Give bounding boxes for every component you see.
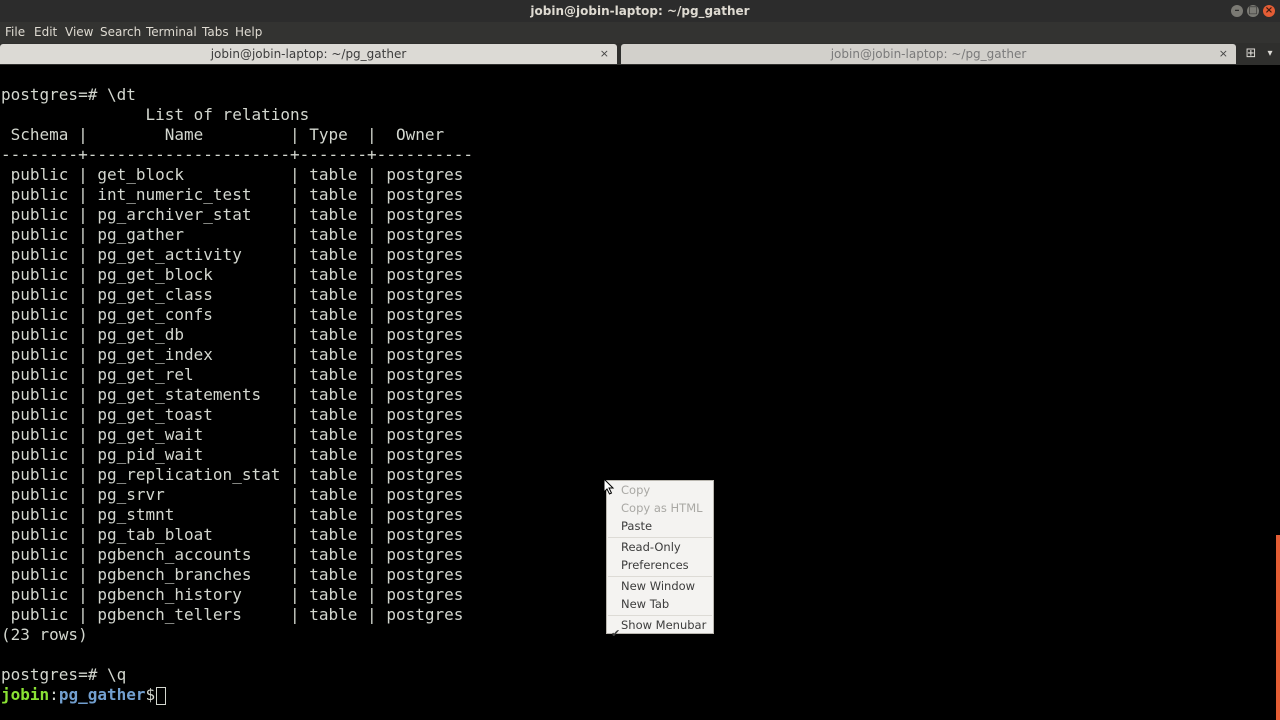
menu-search[interactable]: Search [100, 22, 141, 43]
table-row: public | pgbench_tellers | table | postg… [1, 605, 464, 624]
minimize-button[interactable]: – [1231, 5, 1243, 17]
table-header: Schema | Name | Type | Owner [1, 125, 445, 144]
new-tab-icon[interactable]: ⊞ [1244, 45, 1258, 63]
terminal-scrollbar[interactable] [1276, 535, 1280, 720]
menu-item-new-window[interactable]: New Window [621, 578, 695, 594]
prompt-path: pg_gather [58, 685, 146, 704]
table-separator: --------+---------------------+-------+-… [1, 145, 474, 164]
prompt-colon: : [49, 685, 59, 704]
table-row: public | pg_get_class | table | postgres [1, 285, 464, 304]
table-row: public | pg_get_confs | table | postgres [1, 305, 464, 324]
menu-item-paste[interactable]: Paste [621, 518, 652, 534]
checkmark-icon: ✔ [611, 627, 621, 640]
table-row: public | pg_tab_bloat | table | postgres [1, 525, 464, 544]
tab-active[interactable]: jobin@jobin-laptop: ~/pg_gather × [0, 44, 617, 64]
window-titlebar[interactable]: jobin@jobin-laptop: ~/pg_gather – □ × [0, 0, 1280, 22]
menu-view[interactable]: View [65, 22, 93, 43]
table-row: public | get_block | table | postgres [1, 165, 464, 184]
window-title: jobin@jobin-laptop: ~/pg_gather [530, 4, 750, 18]
menu-item-copy[interactable]: Copy [621, 482, 650, 498]
menu-separator [608, 615, 712, 616]
tab-label: jobin@jobin-laptop: ~/pg_gather [830, 47, 1027, 61]
menu-item-new-tab[interactable]: New Tab [621, 596, 669, 612]
mouse-pointer-icon [603, 478, 615, 495]
menu-item-preferences[interactable]: Preferences [621, 557, 689, 573]
menu-tabs[interactable]: Tabs [202, 22, 229, 43]
menu-separator [608, 576, 712, 577]
tab-bar: jobin@jobin-laptop: ~/pg_gather × jobin@… [0, 43, 1280, 65]
table-row: public | pg_get_statements | table | pos… [1, 385, 464, 404]
table-row: public | pg_srvr | table | postgres [1, 485, 464, 504]
table-row: public | pg_get_index | table | postgres [1, 345, 464, 364]
shell-prompt: jobin:pg_gather$ [1, 685, 167, 705]
menu-item-copy-as-html[interactable]: Copy as HTML [621, 500, 703, 516]
command-line: postgres=# \dt [1, 85, 136, 104]
menu-edit[interactable]: Edit [34, 22, 57, 43]
prompt-dollar: $ [145, 685, 156, 704]
tab-close-icon[interactable]: × [1219, 44, 1228, 64]
table-row: public | pg_get_rel | table | postgres [1, 365, 464, 384]
menu-help[interactable]: Help [235, 22, 262, 43]
tab-label: jobin@jobin-laptop: ~/pg_gather [210, 47, 407, 61]
table-row: public | pg_get_activity | table | postg… [1, 245, 464, 264]
table-row: public | pg_get_block | table | postgres [1, 265, 464, 284]
table-row: public | pg_archiver_stat | table | post… [1, 205, 464, 224]
table-row: public | pg_pid_wait | table | postgres [1, 445, 464, 464]
row-count: (23 rows) [1, 625, 88, 644]
table-row: public | pg_get_wait | table | postgres [1, 425, 464, 444]
close-button[interactable]: × [1263, 5, 1275, 17]
menu-terminal[interactable]: Terminal [146, 22, 197, 43]
table-title: List of relations [1, 105, 310, 124]
table-row: public | pg_gather | table | postgres [1, 225, 464, 244]
context-menu: Copy Copy as HTML Paste Read-Only Prefer… [606, 480, 714, 640]
text-cursor [156, 686, 167, 705]
table-row: public | pg_replication_stat | table | p… [1, 465, 464, 484]
maximize-button[interactable]: □ [1247, 5, 1259, 17]
quit-command-line: postgres=# \q [1, 665, 127, 684]
menu-file[interactable]: File [5, 22, 25, 43]
menu-item-show-menubar[interactable]: Show Menubar [621, 617, 706, 633]
table-row: public | pg_get_db | table | postgres [1, 325, 464, 344]
table-row: public | pgbench_branches | table | post… [1, 565, 464, 584]
tab-list-arrow-icon[interactable]: ▾ [1263, 45, 1277, 63]
menu-separator [608, 537, 712, 538]
prompt-user: jobin [1, 685, 50, 704]
table-row: public | pgbench_accounts | table | post… [1, 545, 464, 564]
table-row: public | int_numeric_test | table | post… [1, 185, 464, 204]
tab-close-icon[interactable]: × [600, 44, 609, 64]
tab-inactive[interactable]: jobin@jobin-laptop: ~/pg_gather × [621, 44, 1236, 64]
table-row: public | pg_get_toast | table | postgres [1, 405, 464, 424]
table-row: public | pg_stmnt | table | postgres [1, 505, 464, 524]
table-row: public | pgbench_history | table | postg… [1, 585, 464, 604]
menubar: File Edit View Search Terminal Tabs Help [0, 22, 1280, 43]
menu-item-read-only[interactable]: Read-Only [621, 539, 681, 555]
